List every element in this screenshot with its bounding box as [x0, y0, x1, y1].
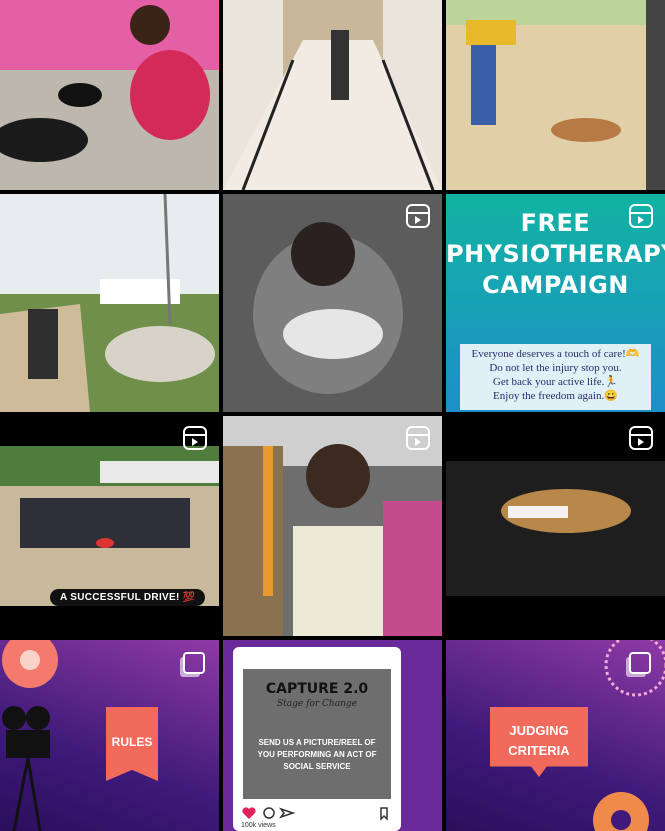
rules-label: RULES [111, 735, 153, 749]
post-night-dog[interactable] [446, 416, 665, 636]
capture-action-icons [242, 807, 388, 821]
campaign-line: Everyone deserves a touch of care!🫶 [471, 348, 640, 360]
post-dog-park[interactable] [446, 0, 665, 190]
campaign-message-box: Everyone deserves a touch of care!🫶 Do n… [460, 344, 651, 410]
post-dog-feeding[interactable] [0, 0, 219, 190]
carousel-icon [629, 652, 651, 674]
post-market[interactable] [223, 416, 442, 636]
posts-grid: FREE PHYSIOTHERAPY CAMPAIGN Everyone des… [0, 0, 665, 831]
judging-label-line: CRITERIA [508, 743, 570, 758]
corridor-cleaning-image [223, 0, 442, 190]
post-corridor-cleaning[interactable] [223, 0, 442, 190]
capture-views: 100k views [241, 822, 276, 829]
reel-icon [406, 426, 430, 450]
comment-icon [263, 807, 275, 819]
capture-card: CAPTURE 2.0 Stage for Change SEND US A P… [233, 647, 401, 831]
judging-label-line: JUDGING [509, 723, 569, 738]
carousel-icon [183, 652, 205, 674]
campaign-line: Do not let the injury stop you. [489, 362, 622, 374]
reel-icon [406, 204, 430, 228]
campaign-title-line: PHYSIOTHERAPY [446, 240, 665, 268]
post-puppy-hold[interactable] [223, 194, 442, 412]
reel-icon [629, 426, 653, 450]
cow-feeding-image [0, 194, 219, 412]
capture-body: SEND US A PICTURE/REEL OF YOU PERFORMING… [255, 737, 379, 773]
campaign-title: FREE PHYSIOTHERAPY CAMPAIGN [446, 208, 665, 301]
share-icon [278, 807, 296, 819]
capture-body-line: YOU PERFORMING AN ACT OF [257, 750, 377, 759]
campaign-line: Get back your active life.🏃 [492, 376, 619, 388]
drive-caption: A SUCCESSFUL DRIVE! 💯 [50, 589, 206, 606]
capture-subtitle: Stage for Change [277, 699, 357, 709]
capture-title: CAPTURE 2.0 [265, 681, 369, 697]
judging-ribbon: JUDGING CRITERIA [490, 707, 588, 777]
capture-panel: CAPTURE 2.0 Stage for Change SEND US A P… [243, 669, 391, 799]
capture-body-line: SEND US A PICTURE/REEL OF [258, 738, 376, 747]
campaign-title-line: FREE [520, 209, 591, 237]
reel-icon [183, 426, 207, 450]
dog-park-image [446, 0, 665, 190]
heart-icon [242, 807, 256, 819]
dog-feeding-image [0, 0, 219, 190]
campaign-title-line: CAMPAIGN [482, 271, 629, 299]
bookmark-icon [380, 807, 388, 821]
post-cow-feeding[interactable] [0, 194, 219, 412]
capture-body-line: SOCIAL SERVICE [283, 762, 351, 771]
campaign-line: Enjoy the freedom again.😀 [493, 390, 618, 402]
